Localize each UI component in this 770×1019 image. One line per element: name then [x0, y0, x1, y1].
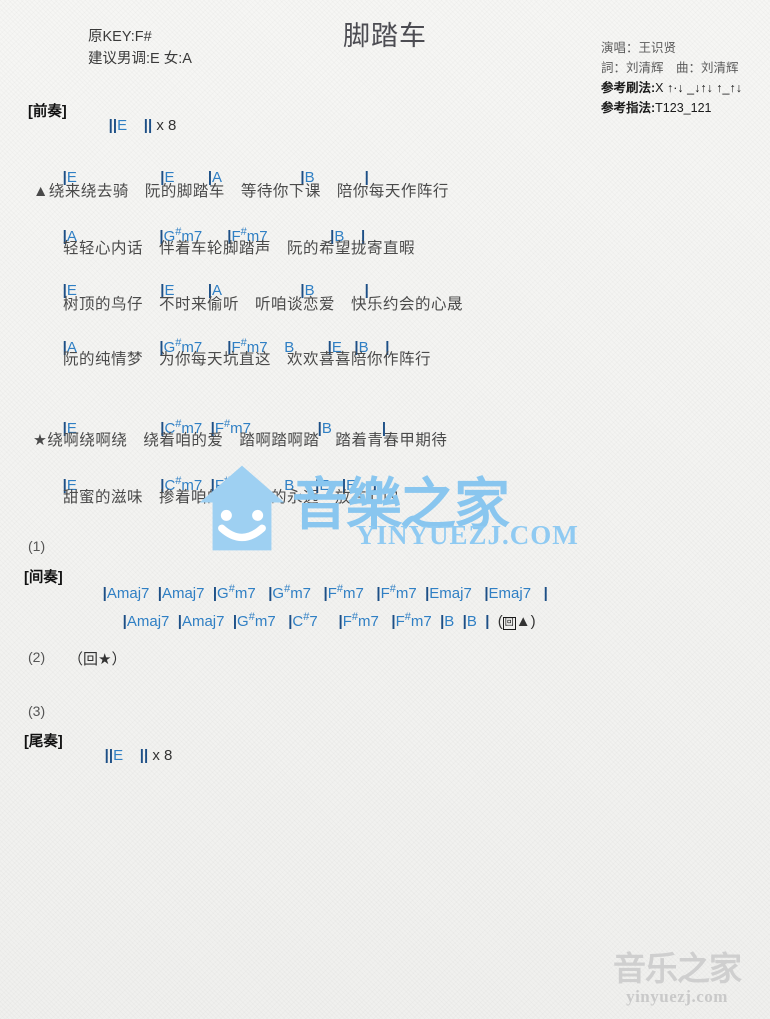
chord-sheet: 原KEY:F# 建议男调:E 女:A 脚踏车 演唱：王识贤 詞：刘清辉 曲：刘清…: [0, 0, 770, 1019]
bottom-watermark-en: yinyuezj.com: [626, 987, 728, 1006]
finger-pattern-line: 参考指法:T123_121: [601, 98, 742, 118]
strum-pattern-value: X ↑·↓ _↓↑↓ ↑_↑↓: [655, 81, 742, 95]
intro-bars: ||E || x 8: [108, 117, 177, 134]
finger-pattern-value: T123_121: [655, 101, 712, 115]
section-3-number: (3): [28, 703, 46, 719]
interlude-chords-line-2: |Amaj7 |Amaj7 |G#m7 |C#7 |F#m7 |F#m7 |B …: [122, 611, 536, 630]
verse1-lyrics-line-1: ▲绕来绕去骑 阮的脚踏车 等待你下课 陪你每天作阵行: [33, 183, 449, 200]
section-1-number: (1): [28, 538, 46, 554]
center-watermark-en: YINYUEZJ.COM: [356, 520, 579, 550]
verse1-lyrics-line-3: 树顶的鸟仔 不时来偷听 听咱谈恋爱 快乐约会的心晟: [47, 296, 464, 313]
section-2-repeat: （回★）: [68, 651, 127, 668]
intro-label: [前奏]: [28, 104, 67, 120]
verse1-lyrics-line-4: 阮的纯情梦 为你每天坑直这 欢欢喜喜陪你作阵行: [47, 351, 432, 368]
singer-line: 演唱：王识贤: [601, 41, 677, 55]
verse1-lyrics-line-2: 轻轻心内话 伴着车轮脚踏声 阮的希望拢寄直暇: [47, 240, 416, 257]
chorus-lyrics-line-2: 甜蜜的滋味 掺着咱的爱 阮的永远 放在心内: [47, 489, 400, 506]
credits-block: 演唱：王识贤 詞：刘清辉 曲：刘清辉 参考刷法:X ↑·↓ _↓↑↓ ↑_↑↓ …: [601, 38, 742, 118]
bottom-watermark: 音乐之家 yinyuezj.com: [602, 951, 752, 1007]
strum-pattern-line: 参考刷法:X ↑·↓ _↓↑↓ ↑_↑↓: [601, 78, 742, 98]
finger-pattern-label: 参考指法:: [601, 101, 656, 115]
section-2-number: (2): [28, 649, 46, 665]
chorus-lyrics-line-1: ★绕啊绕啊绕 绕着咱的爱 踏啊踏啊踏 踏着青春甲期待: [33, 432, 448, 449]
interlude-label: [间奏]: [24, 570, 63, 586]
strum-pattern-label: 参考刷法:: [601, 81, 656, 95]
bottom-watermark-cn: 音乐之家: [613, 949, 742, 988]
outro-label: [尾奏]: [24, 734, 63, 750]
writers-line: 詞：刘清辉 曲：刘清辉: [601, 61, 739, 75]
outro-bars: ||E || x 8: [104, 747, 173, 764]
